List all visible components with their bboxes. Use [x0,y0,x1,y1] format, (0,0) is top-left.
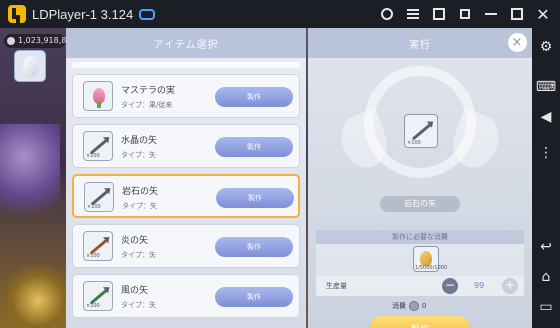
item-type: タイプ：矢 [121,251,156,259]
item-type: タイプ：矢 [121,151,156,159]
item-icon-slot [83,81,113,111]
list-item[interactable]: ×100 水晶の矢 タイプ：矢 製作 [72,124,300,168]
item-type: タイプ：矢 [121,301,156,309]
menu-icon [407,9,419,19]
craft-button[interactable]: 製作 [215,287,293,307]
quantity-label: 生産量 [326,282,347,290]
required-materials-label: 製作に必要な消費 [316,230,524,244]
keyboard-icon[interactable]: ⌨ [532,74,560,100]
quantity-row: 生産量 − 99 + [316,276,524,296]
minimize-button[interactable] [478,0,504,28]
menu-button[interactable] [400,0,426,28]
item-name: 風の矢 [121,286,149,296]
consume-value: 0 [422,302,427,310]
execute-body: ×100 岩石の矢 製作に必要な消費 1/5000/1000 生産量 − 99 … [308,58,532,328]
item-quantity: ×100 [86,253,100,259]
item-icon-slot: ×100 [83,281,113,311]
item-quantity: ×100 [86,153,100,159]
list-scroll-edge [72,62,300,68]
egg-icon [23,56,39,77]
item-list[interactable]: マステラの実 タイプ：果/従来 製作 ×100 水晶の矢 タイプ：矢 製作 ×1… [66,58,306,328]
list-item-selected[interactable]: ×100 岩石の矢 タイプ：矢 製作 [72,174,300,218]
material-slot[interactable]: 1/5000/1000 [413,246,447,272]
user-icon [381,8,393,20]
recents-icon[interactable]: ▭ [532,294,560,320]
craft-button[interactable]: 製作 [215,137,293,157]
quantity-value: 99 [474,281,485,290]
item-select-panel: アイテム選択 マステラの実 タイプ：果/従来 製作 ×100 水晶の矢 タイプ：… [66,28,306,328]
zeny-value: 1,023,918,81 [18,36,72,45]
close-button[interactable]: × [508,33,527,52]
list-item[interactable]: マステラの実 タイプ：果/従来 製作 [72,74,300,118]
item-type: タイプ：果/従来 [121,101,173,109]
decrease-button[interactable]: − [442,278,458,294]
craft-button[interactable]: 製作 [216,188,294,208]
execute-button[interactable]: 製作 [370,316,470,328]
window-box-icon [433,8,445,20]
back-icon[interactable]: ↩ [532,234,560,260]
target-item-slot: ×100 [404,114,438,148]
game-screen: 1,023,918,81 アイテム選択 マステラの実 タイプ：果/従来 製作 ×… [0,28,532,328]
account-button[interactable] [374,0,400,28]
item-icon-slot: ×100 [84,182,114,212]
more-icon[interactable]: ⋮ [532,140,560,166]
target-quantity: ×100 [407,140,421,146]
zeny-counter: 1,023,918,81 [4,34,71,48]
item-name: 水晶の矢 [121,136,158,146]
material-icon [420,251,432,266]
emulator-sidebar: ⚙ ⌨ ◀ ⋮ ↩ ⌂ ▭ [532,28,560,328]
gamepad-icon[interactable] [139,8,156,20]
execute-title: 実行 [409,39,431,51]
character-sprite-2 [8,260,68,328]
item-icon-slot: ×100 [83,231,113,261]
window-title: LDPlayer-1 3.124 [32,6,134,22]
item-select-title: アイテム選択 [66,28,306,58]
item-quantity: ×100 [86,303,100,309]
list-item[interactable]: ×100 風の矢 タイプ：矢 製作 [72,274,300,318]
minimize-icon [485,13,497,15]
item-icon-slot: ×100 [83,131,113,161]
material-count: 1/5000/1000 [415,265,447,271]
volume-down-icon[interactable]: ◀ [532,104,560,130]
fullscreen-icon [460,9,470,19]
ldplayer-logo-icon [8,5,26,23]
item-quantity: ×100 [87,204,101,210]
craft-button[interactable]: 製作 [215,87,293,107]
maximize-icon [511,8,523,20]
egg-item-slot[interactable] [14,50,46,82]
title-bar: LDPlayer-1 3.124 ✕ [0,0,560,28]
home-icon[interactable]: ⌂ [532,264,560,290]
arrow-icon [411,122,433,141]
target-item-name: 岩石の矢 [380,196,460,212]
multi-window-button[interactable] [426,0,452,28]
consume-label: 消費 [392,302,406,310]
item-name: マステラの実 [121,86,176,96]
fruit-icon [93,88,105,108]
character-sprite [0,124,60,234]
list-item[interactable]: ×100 炎の矢 タイプ：矢 製作 [72,224,300,268]
craft-button[interactable]: 製作 [215,237,293,257]
gear-icon[interactable]: ⚙ [532,34,560,60]
execute-panel: 実行 × ×100 岩石の矢 製作に必要な消費 1/5000/1000 生産量 … [308,28,532,328]
item-type: タイプ：矢 [122,202,157,210]
coin-icon [409,301,419,311]
consume-row: 消費 0 [392,301,426,311]
coin-icon [7,37,15,45]
close-window-button[interactable]: ✕ [530,0,556,28]
item-name: 岩石の矢 [122,187,159,197]
item-name: 炎の矢 [121,236,149,246]
required-materials-area: 1/5000/1000 [316,244,524,276]
increase-button[interactable]: + [502,278,518,294]
fullscreen-button[interactable] [452,0,478,28]
maximize-button[interactable] [504,0,530,28]
execute-header: 実行 × [308,28,532,58]
